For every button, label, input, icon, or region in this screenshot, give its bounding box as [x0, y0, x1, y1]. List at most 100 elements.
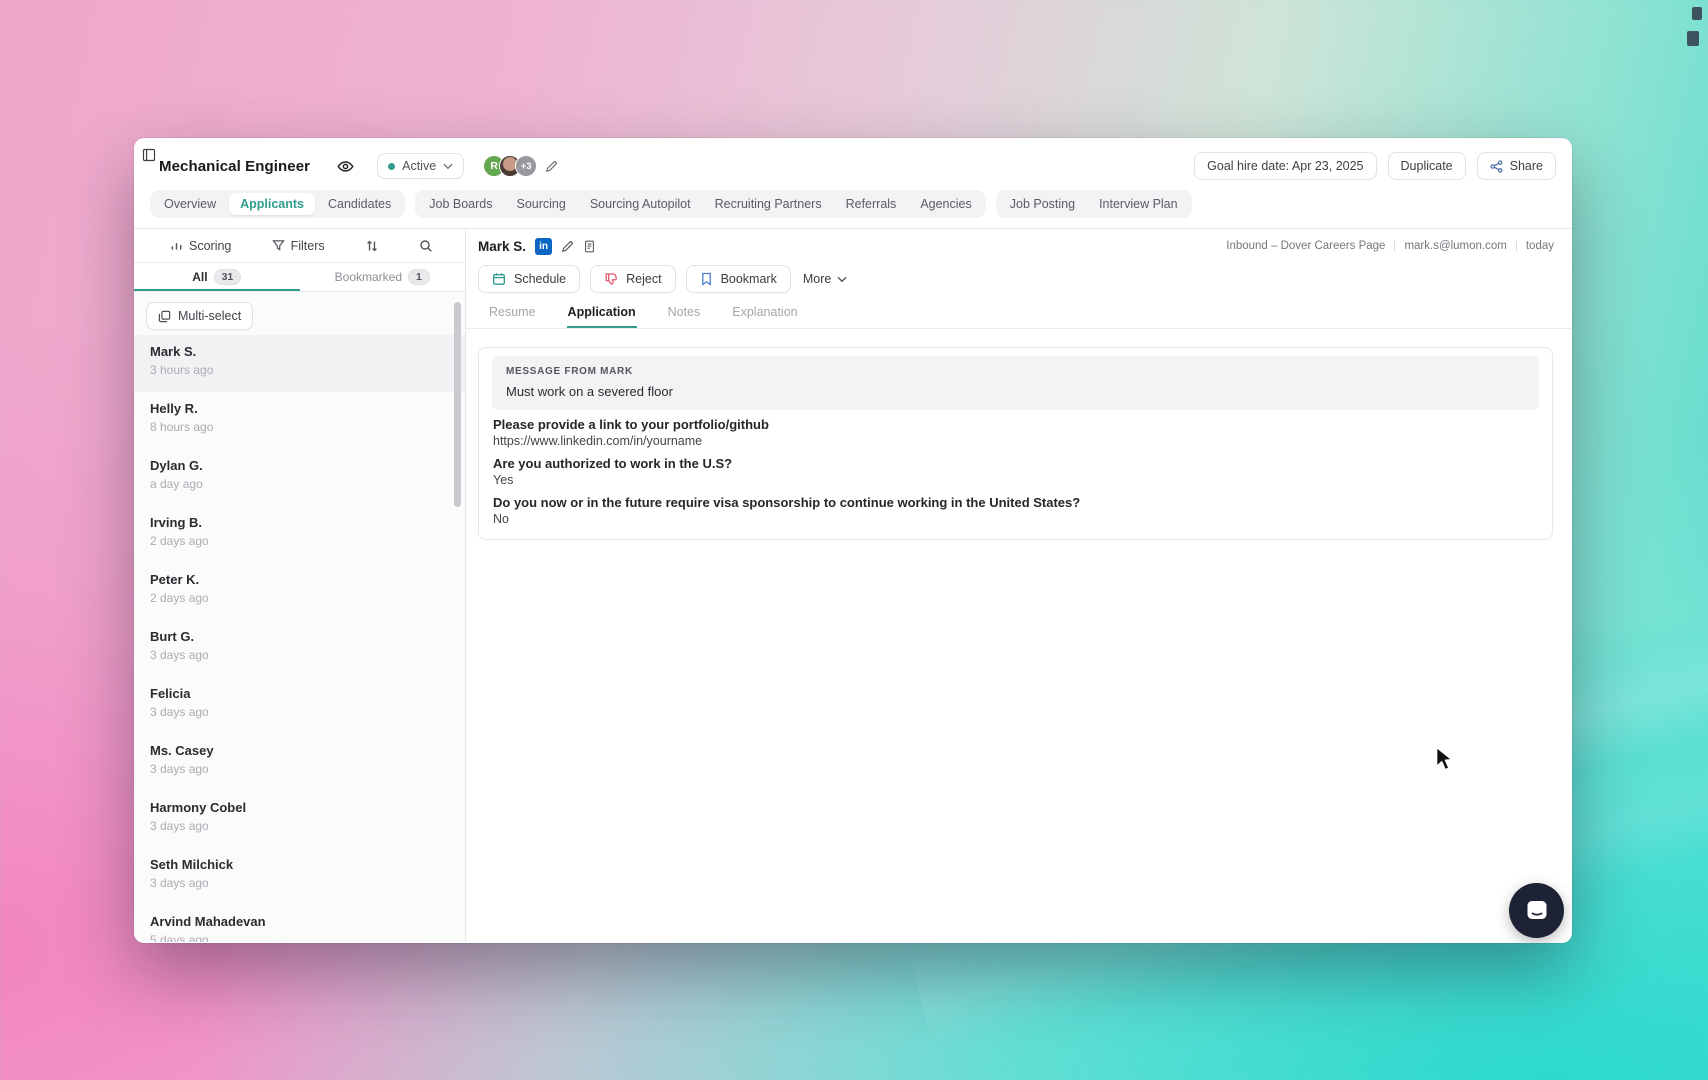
candidate-tab[interactable]: Application — [567, 304, 637, 328]
status-dot-icon — [388, 163, 395, 170]
bar-chart-icon — [170, 239, 183, 252]
chat-launcher-button[interactable] — [1509, 883, 1564, 938]
list-scrollbar[interactable] — [454, 302, 461, 507]
applicant-time: 3 days ago — [150, 762, 449, 776]
sidebar-tabs: All 31 Bookmarked 1 — [134, 263, 465, 292]
scoring-button[interactable]: Scoring — [170, 239, 231, 253]
collaborator-avatars[interactable]: R +3 — [483, 155, 537, 177]
job-nav-tab[interactable]: Recruiting Partners — [704, 193, 833, 215]
nav-group-posting: Job PostingInterview Plan — [996, 190, 1192, 218]
edit-candidate-icon[interactable] — [561, 240, 574, 253]
applicants-sidebar: Scoring Filters — [134, 229, 466, 942]
preview-eye-icon[interactable] — [337, 159, 354, 174]
duplicate-button[interactable]: Duplicate — [1388, 152, 1466, 180]
answer-text: Yes — [493, 472, 1538, 488]
bookmark-button[interactable]: Bookmark — [686, 265, 791, 293]
application-questions: Please provide a link to your portfolio/… — [492, 417, 1539, 527]
applicant-row[interactable]: Felicia 3 days ago — [134, 677, 465, 734]
message-heading: MESSAGE FROM MARK — [506, 366, 1525, 377]
linkedin-icon[interactable]: in — [535, 238, 552, 255]
applicant-row[interactable]: Seth Milchick 3 days ago — [134, 848, 465, 905]
share-icon — [1490, 160, 1503, 173]
search-icon — [419, 239, 433, 253]
schedule-label: Schedule — [514, 272, 566, 286]
question-answer: Do you now or in the future require visa… — [492, 495, 1539, 527]
chevron-down-icon — [837, 276, 847, 283]
nav-group-pipeline: OverviewApplicantsCandidates — [150, 190, 405, 218]
more-label: More — [803, 272, 831, 286]
candidate-tab[interactable]: Resume — [488, 304, 537, 328]
job-nav-tab[interactable]: Referrals — [835, 193, 908, 215]
job-nav-tab[interactable]: Job Posting — [999, 193, 1086, 215]
applicant-time: 3 days ago — [150, 705, 449, 719]
goal-hire-date[interactable]: Goal hire date: Apr 23, 2025 — [1194, 152, 1376, 180]
filters-label: Filters — [291, 239, 325, 253]
sort-arrows-icon — [365, 239, 379, 253]
applicant-row[interactable]: Harmony Cobel 3 days ago — [134, 791, 465, 848]
candidate-source: Inbound – Dover Careers Page — [1226, 240, 1385, 252]
sidebar-filter-tab[interactable]: Bookmarked 1 — [300, 263, 466, 291]
more-button[interactable]: More — [803, 272, 847, 286]
edit-collaborators-icon[interactable] — [545, 160, 558, 173]
applicant-row[interactable]: Dylan G. a day ago — [134, 449, 465, 506]
sidebar-filter-tab[interactable]: All 31 — [134, 263, 300, 291]
candidate-actions: Schedule Reject Bookmark More — [478, 264, 1572, 294]
applicant-name: Irving B. — [150, 515, 449, 530]
applicant-time: 8 hours ago — [150, 420, 449, 434]
nav-group-sourcing: Job BoardsSourcingSourcing AutopilotRecr… — [415, 190, 986, 218]
applicant-rows: Mark S. 3 hours ago Helly R. 8 hours ago… — [134, 335, 465, 942]
answer-text: https://www.linkedin.com/in/yourname — [493, 433, 1538, 449]
multi-select-label: Multi-select — [178, 309, 241, 323]
app-window: Mechanical Engineer Active R +3 — [134, 138, 1572, 943]
multi-select-button[interactable]: Multi-select — [146, 302, 253, 330]
answer-text: No — [493, 511, 1538, 527]
applicant-row[interactable]: Mark S. 3 hours ago — [134, 335, 465, 392]
question-answer: Are you authorized to work in the U.S? Y… — [492, 456, 1539, 488]
applicant-name: Mark S. — [150, 344, 449, 359]
job-nav-tab[interactable]: Sourcing Autopilot — [579, 193, 702, 215]
job-nav-tab[interactable]: Job Boards — [418, 193, 503, 215]
status-dropdown[interactable]: Active — [377, 153, 464, 179]
job-nav-tab[interactable]: Sourcing — [505, 193, 576, 215]
job-nav-tab[interactable]: Overview — [153, 193, 227, 215]
applicant-row[interactable]: Burt G. 3 days ago — [134, 620, 465, 677]
candidate-name: Mark S. — [478, 239, 526, 254]
question-text: Do you now or in the future require visa… — [493, 495, 1538, 511]
job-nav-tab[interactable]: Interview Plan — [1088, 193, 1189, 215]
count-badge: 1 — [408, 269, 430, 285]
candidate-tab[interactable]: Explanation — [731, 304, 798, 328]
resume-document-icon[interactable] — [583, 240, 596, 253]
filters-button[interactable]: Filters — [272, 239, 325, 253]
status-label: Active — [402, 159, 436, 173]
application-content: MESSAGE FROM MARK Must work on a severed… — [466, 329, 1572, 540]
question-text: Please provide a link to your portfolio/… — [493, 417, 1538, 433]
journal-icon[interactable] — [142, 148, 156, 167]
application-card: MESSAGE FROM MARK Must work on a severed… — [478, 347, 1553, 540]
applicant-row[interactable]: Helly R. 8 hours ago — [134, 392, 465, 449]
applicant-row[interactable]: Irving B. 2 days ago — [134, 506, 465, 563]
applicant-name: Helly R. — [150, 401, 449, 416]
funnel-icon — [272, 239, 285, 252]
applicant-row[interactable]: Peter K. 2 days ago — [134, 563, 465, 620]
schedule-button[interactable]: Schedule — [478, 265, 580, 293]
multi-select-icon — [158, 310, 171, 323]
applicant-row[interactable]: Arvind Mahadevan 5 days ago — [134, 905, 465, 942]
sort-button[interactable] — [365, 239, 379, 253]
candidate-tab[interactable]: Notes — [667, 304, 702, 328]
candidate-email: mark.s@lumon.com — [1404, 240, 1506, 252]
thumbs-down-icon — [604, 272, 618, 286]
job-nav-tab[interactable]: Agencies — [909, 193, 982, 215]
applicant-name: Arvind Mahadevan — [150, 914, 449, 929]
applicant-name: Seth Milchick — [150, 857, 449, 872]
candidate-panel: Mark S. in Inbound – Dover Careers Page — [466, 229, 1572, 942]
job-nav-tab[interactable]: Candidates — [317, 193, 402, 215]
candidate-tabs: Resume Application Notes Explanation — [466, 304, 1572, 329]
job-nav-tab[interactable]: Applicants — [229, 193, 315, 215]
applicant-time: 2 days ago — [150, 591, 449, 605]
applicant-row[interactable]: Ms. Casey 3 days ago — [134, 734, 465, 791]
share-label: Share — [1510, 159, 1543, 173]
search-button[interactable] — [419, 239, 433, 253]
share-button[interactable]: Share — [1477, 152, 1556, 180]
tab-label: All — [192, 270, 207, 284]
reject-button[interactable]: Reject — [590, 265, 675, 293]
